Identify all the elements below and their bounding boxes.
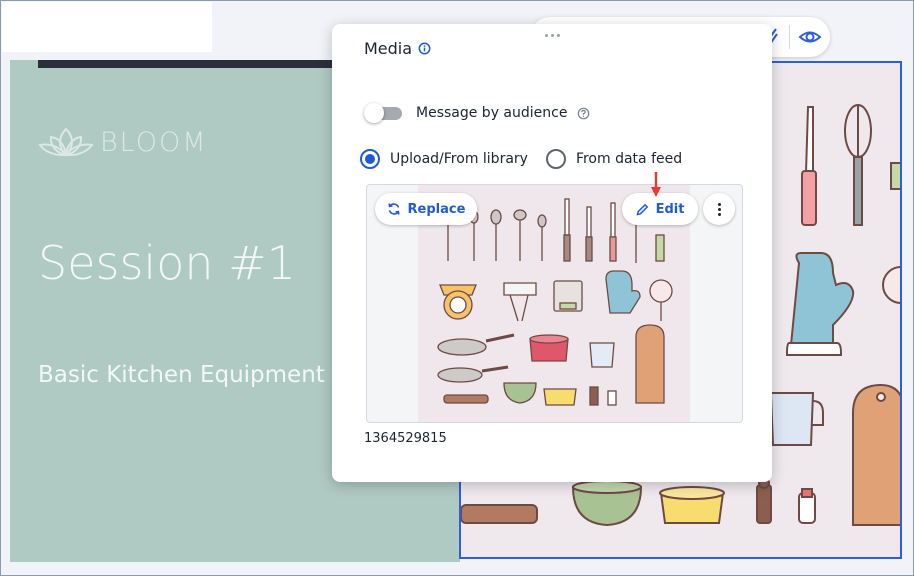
info-icon[interactable] [418, 42, 431, 55]
replace-button[interactable]: Replace [375, 193, 477, 225]
pencil-icon [636, 203, 648, 216]
radio-upload-from-library[interactable]: Upload/From library [360, 149, 528, 169]
radio-from-data-feed[interactable]: From data feed [545, 149, 683, 169]
more-options-button[interactable] [703, 193, 735, 225]
toggle-label: Message by audience [416, 105, 568, 121]
radio-button-upload[interactable] [360, 149, 380, 169]
message-by-audience-row: Message by audience [364, 102, 590, 124]
radio-label-upload: Upload/From library [390, 151, 528, 167]
drag-handle-icon[interactable] [542, 30, 562, 40]
refresh-icon [387, 203, 400, 215]
toolbar-divider [789, 25, 790, 49]
message-by-audience-toggle[interactable] [364, 102, 404, 124]
replace-label: Replace [407, 201, 466, 217]
lotus-icon [38, 127, 94, 157]
slide-title[interactable]: Session #1 [38, 236, 296, 290]
annotation-arrow-icon [651, 172, 661, 197]
vertical-dots-icon [717, 202, 721, 216]
top-strip [2, 2, 212, 52]
editor-canvas: BLOOM Session #1 Basic Kitchen Equipment [0, 0, 914, 576]
logo-text: BLOOM [100, 126, 208, 158]
media-source-radio-group: Upload/From library From data feed [360, 149, 690, 169]
slide-subtitle[interactable]: Basic Kitchen Equipment [38, 362, 325, 388]
media-file-name: 1364529815 [364, 431, 447, 446]
media-panel-title: Media [364, 39, 431, 58]
radio-button-data-feed[interactable] [545, 149, 566, 169]
radio-label-data-feed: From data feed [575, 151, 683, 167]
question-circle-icon[interactable] [577, 107, 590, 120]
media-title-text: Media [364, 39, 413, 58]
eye-icon[interactable] [798, 25, 822, 49]
edit-label: Edit [655, 201, 685, 217]
slide-header-bar [38, 60, 348, 68]
media-settings-popup: Media Message by audience Upload/From li… [332, 24, 772, 482]
image-preview: Replace Edit [366, 184, 743, 423]
bloom-logo: BLOOM [38, 122, 208, 162]
